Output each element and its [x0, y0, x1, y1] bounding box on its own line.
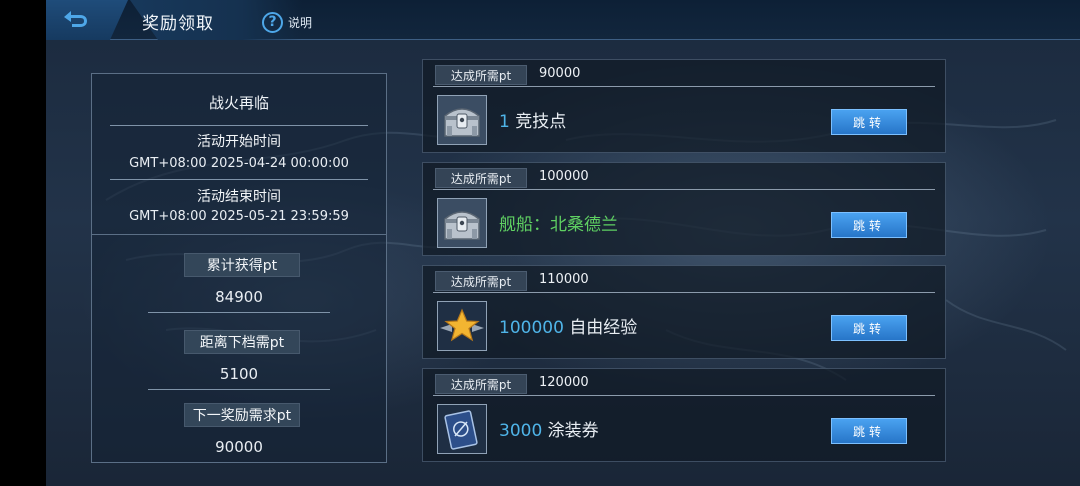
divider — [433, 86, 935, 87]
reward-name: 竞技点 — [515, 112, 567, 132]
reward-card: 达成所需pt 110000 100000 自由经验 跳转 — [422, 265, 946, 359]
required-pt-value: 90000 — [539, 66, 581, 81]
question-mark-icon: ? — [262, 11, 283, 33]
jump-button[interactable]: 跳转 — [831, 212, 907, 238]
reward-card: 达成所需pt 120000 3000 涂装券 跳转 — [422, 368, 946, 462]
game-screen: 奖励领取 ? 说明 战火再临 活动开始时间 GMT+08:00 2025-04-… — [46, 0, 1080, 486]
end-time-label: 活动结束时间 — [197, 189, 281, 205]
required-pt-value: 100000 — [539, 169, 589, 184]
total-pt-label: 累计获得pt — [184, 253, 300, 277]
divider — [433, 292, 935, 293]
reward-text: 舰船：北桑德兰 — [499, 210, 618, 235]
reward-name: 自由经验 — [569, 318, 638, 338]
reward-text: 100000 自由经验 — [499, 313, 637, 338]
next-req-label: 下一奖励需求pt — [184, 403, 300, 427]
required-pt-label: 达成所需pt — [435, 168, 527, 188]
jump-button[interactable]: 跳转 — [831, 315, 907, 341]
next-gap-label: 距离下档需pt — [184, 330, 300, 354]
divider — [433, 395, 935, 396]
divider — [148, 389, 330, 390]
reward-amount: 100000 — [499, 318, 564, 338]
gold-star-icon — [437, 301, 487, 351]
reward-text: 3000 涂装券 — [499, 416, 599, 441]
page-title: 奖励领取 — [142, 14, 214, 34]
required-pt-value: 110000 — [539, 272, 589, 287]
jump-button[interactable]: 跳转 — [831, 418, 907, 444]
required-pt-label: 达成所需pt — [435, 374, 527, 394]
required-pt-label: 达成所需pt — [435, 271, 527, 291]
divider — [148, 312, 330, 313]
event-name: 战火再临 — [208, 94, 269, 112]
start-time-value: GMT+08:00 2025-04-24 00:00:00 — [129, 156, 349, 171]
reward-amount: 3000 — [499, 421, 543, 441]
reward-text: 1 竞技点 — [499, 107, 566, 132]
reward-name: 涂装券 — [547, 421, 599, 441]
reward-name: 舰船：北桑德兰 — [499, 215, 618, 235]
top-bar: 奖励领取 ? 说明 — [46, 0, 1080, 40]
reward-card: 达成所需pt 100000 舰船：北桑德兰 跳转 — [422, 162, 946, 256]
required-pt-label: 达成所需pt — [435, 65, 527, 85]
event-info-panel: 战火再临 活动开始时间 GMT+08:00 2025-04-24 00:00:0… — [91, 73, 387, 463]
reward-card: 达成所需pt 90000 1 竞技点 跳转 — [422, 59, 946, 153]
silver-chest-icon — [437, 198, 487, 248]
help-label: 说明 — [288, 15, 313, 30]
divider — [110, 125, 368, 126]
divider — [433, 189, 935, 190]
help-button[interactable]: ? 说明 — [262, 11, 312, 33]
next-req-value: 90000 — [215, 438, 263, 456]
back-arrow-icon — [64, 11, 87, 27]
camouflage-card-icon — [437, 404, 487, 454]
total-pt-value: 84900 — [215, 288, 263, 306]
back-button[interactable] — [46, 0, 128, 40]
divider — [110, 179, 368, 180]
silver-chest-icon — [437, 95, 487, 145]
section-divider — [92, 234, 386, 235]
next-gap-value: 5100 — [219, 365, 259, 383]
required-pt-value: 120000 — [539, 375, 589, 390]
start-time-label: 活动开始时间 — [197, 134, 281, 150]
jump-button[interactable]: 跳转 — [831, 109, 907, 135]
reward-amount: 1 — [499, 112, 510, 132]
end-time-value: GMT+08:00 2025-05-21 23:59:59 — [129, 209, 349, 224]
